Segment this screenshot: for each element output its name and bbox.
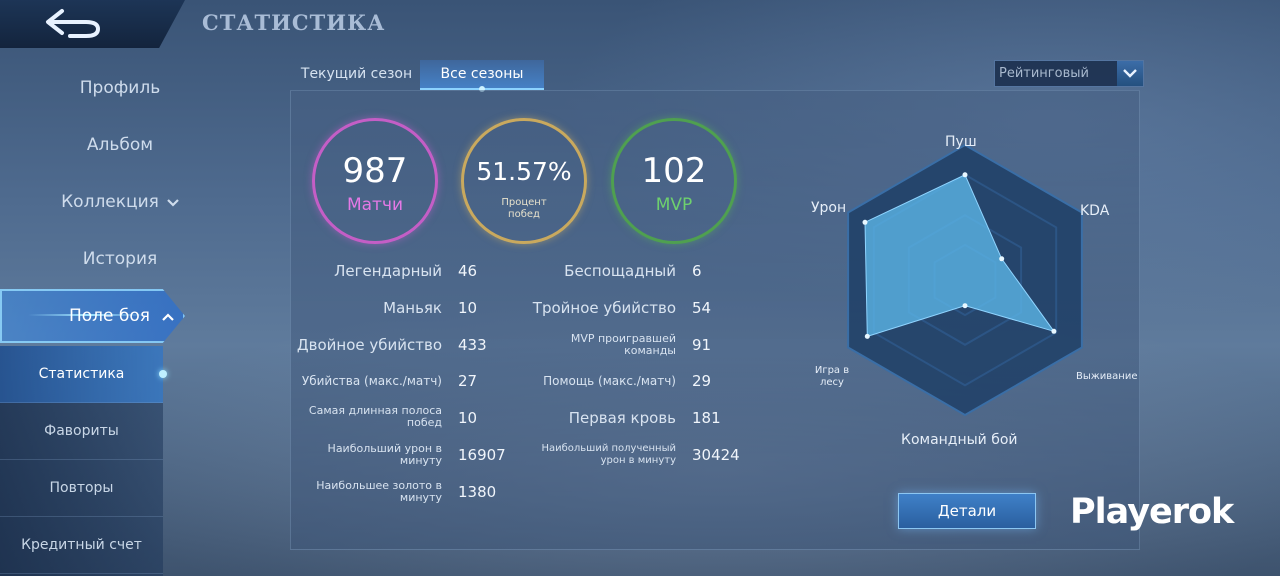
- winrate-label: Процент побед: [501, 197, 547, 220]
- stat-value-triple-kill: 54: [692, 299, 712, 317]
- winrate-value: 51.57%: [476, 157, 572, 186]
- stat-label-first-blood: Первая кровь: [568, 409, 676, 427]
- radar-label-survival: Выживание: [1076, 371, 1138, 382]
- back-button[interactable]: [0, 0, 185, 48]
- winrate-ring: 51.57% Процент побед: [461, 118, 587, 244]
- mvp-ring: 102 MVP: [611, 118, 737, 244]
- stat-label-longest-streak: Самая длинная полоса побед: [308, 404, 442, 429]
- chevron-down-icon: [167, 196, 179, 210]
- tab-all-seasons[interactable]: Все сезоны: [420, 60, 544, 92]
- stat-value-longest-streak: 10: [458, 409, 478, 427]
- stat-label-max-taken: Наибольший полученный урон в минуту: [541, 443, 676, 466]
- stat-label-max-assists: Помощь (макс./матч): [543, 374, 676, 388]
- radar-label-kda: KDA: [1080, 203, 1110, 219]
- chevron-up-icon: [158, 310, 174, 324]
- mode-select-button[interactable]: [1117, 61, 1143, 86]
- mvp-value: 102: [641, 151, 707, 191]
- sidebar-subitem-credit[interactable]: Кредитный счет: [0, 517, 163, 574]
- stat-value-savage: 6: [692, 262, 702, 280]
- active-dot-icon: [159, 370, 167, 378]
- stat-value-max-kills: 27: [458, 372, 478, 390]
- page-title: СТАТИСТИКА: [202, 10, 386, 35]
- stat-value-max-assists: 29: [692, 372, 712, 390]
- sidebar-subpanel: Статистика Фавориты Повторы Кредитный сч…: [0, 346, 167, 576]
- stat-label-legendary: Легендарный: [334, 262, 442, 280]
- stat-value-maniac: 10: [458, 299, 478, 317]
- tab-current-season[interactable]: Текущий сезон: [298, 60, 415, 90]
- radar-label-push: Пуш: [945, 134, 977, 150]
- mode-select[interactable]: Рейтинговый: [994, 60, 1144, 87]
- sidebar-subitem-statistics[interactable]: Статистика: [0, 346, 167, 403]
- stat-label-savage: Беспощадный: [564, 262, 676, 280]
- watermark-logo: Playerok: [1070, 492, 1234, 532]
- back-arrow-icon: [45, 9, 100, 38]
- sidebar-item-album[interactable]: Альбом: [0, 135, 240, 155]
- sidebar-subitem-replays[interactable]: Повторы: [0, 460, 163, 517]
- stat-value-first-blood: 181: [692, 409, 721, 427]
- radar-point-push: [962, 172, 968, 178]
- chevron-down-icon: [1123, 69, 1137, 78]
- stat-label-maniac: Маньяк: [383, 299, 442, 317]
- stat-label-max-damage: Наибольший урон в минуту: [327, 442, 442, 467]
- radar-point-teamfight: [962, 303, 968, 309]
- mvp-label: MVP: [655, 195, 693, 215]
- details-button[interactable]: Детали: [898, 493, 1036, 529]
- stat-value-double-kill: 433: [458, 336, 487, 354]
- stat-label-mvp-losing: MVP проигравшей команды: [570, 332, 676, 357]
- sidebar-subitem-favorites[interactable]: Фавориты: [0, 403, 163, 460]
- mode-select-value: Рейтинговый: [999, 66, 1089, 81]
- stat-value-legendary: 46: [458, 262, 478, 280]
- radar-point-kda: [999, 256, 1005, 262]
- stat-value-max-gold: 1380: [458, 483, 497, 501]
- matches-value: 987: [342, 151, 408, 191]
- radar-point-jungle: [864, 333, 870, 339]
- matches-ring: 987 Матчи: [312, 118, 438, 244]
- stat-label-triple-kill: Тройное убийство: [532, 299, 676, 317]
- radar-label-damage: Урон: [811, 200, 847, 216]
- stat-label-double-kill: Двойное убийство: [296, 336, 442, 354]
- sidebar-item-battlefield[interactable]: Поле боя: [69, 306, 174, 326]
- stat-label-max-gold: Наибольшее золото в минуту: [316, 479, 442, 504]
- sidebar-item-history[interactable]: История: [0, 249, 240, 269]
- radar-point-survival: [1051, 328, 1057, 334]
- matches-label: Матчи: [346, 195, 404, 215]
- stat-value-mvp-losing: 91: [692, 336, 712, 354]
- sidebar-item-profile[interactable]: Профиль: [0, 78, 240, 98]
- radar-label-teamfight: Командный бой: [901, 432, 1018, 448]
- stat-value-max-damage: 16907: [458, 446, 506, 464]
- radar-label-jungle: Игра в лесу: [814, 365, 850, 388]
- radar-point-damage: [862, 219, 868, 225]
- radar-chart: [847, 143, 1083, 417]
- sidebar-item-collection[interactable]: Коллекция: [0, 192, 240, 212]
- stat-value-max-taken: 30424: [692, 446, 740, 464]
- stat-label-max-kills: Убийства (макс./матч): [301, 374, 442, 388]
